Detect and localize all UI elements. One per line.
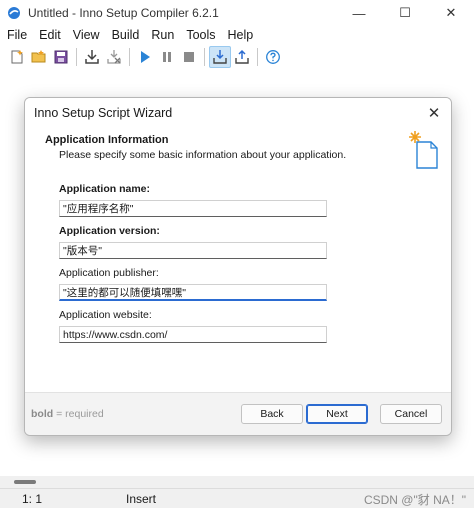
maximize-button[interactable]: ☐	[382, 0, 428, 26]
wizard-document-icon	[409, 131, 438, 169]
status-bar: 1: 1 Insert CSDN @"豺 NA！"	[0, 488, 474, 508]
menu-help[interactable]: Help	[222, 28, 260, 42]
run-button[interactable]	[134, 46, 156, 68]
inno-setup-app-icon	[8, 7, 20, 19]
compile-icon	[85, 50, 99, 64]
dialog-titlebar: Inno Setup Script Wizard ✕	[25, 98, 451, 128]
app-name-input[interactable]	[59, 200, 327, 217]
stop-icon	[184, 52, 194, 62]
toolbar-separator	[257, 48, 258, 66]
help-button[interactable]	[262, 46, 284, 68]
menu-view[interactable]: View	[67, 28, 106, 42]
script-wizard-dialog: Inno Setup Script Wizard ✕ Application I…	[24, 97, 452, 436]
horizontal-scrollbar[interactable]	[0, 476, 474, 488]
page-subtitle: Please specify some basic information ab…	[59, 149, 347, 161]
menu-build[interactable]: Build	[106, 28, 146, 42]
run-icon	[141, 51, 150, 63]
menu-file[interactable]: File	[0, 28, 33, 42]
required-legend-bold: bold	[31, 408, 54, 420]
toolbar-separator	[76, 48, 77, 66]
cursor-position: 1: 1	[22, 491, 43, 506]
new-file-button[interactable]	[6, 46, 28, 68]
page-title: Application Information	[45, 134, 169, 146]
required-legend: bold = required	[31, 408, 104, 420]
menu-edit[interactable]: Edit	[33, 28, 67, 42]
app-version-label: Application version:	[59, 225, 160, 237]
scrollbar-thumb[interactable]	[14, 480, 36, 484]
cancel-button[interactable]: Cancel	[380, 404, 442, 424]
app-version-input[interactable]	[59, 242, 327, 259]
menu-bar: File Edit View Build Run Tools Help	[0, 26, 474, 44]
toolbar	[0, 45, 474, 69]
target-setup-icon	[213, 50, 227, 64]
close-window-button[interactable]: ✕	[428, 0, 474, 26]
target-setup-button[interactable]	[209, 46, 231, 68]
save-button[interactable]	[50, 46, 72, 68]
dialog-close-button[interactable]: ✕	[423, 102, 445, 124]
target-uninstall-icon	[235, 49, 249, 64]
app-publisher-label: Application publisher:	[59, 267, 159, 279]
app-website-label: Application website:	[59, 309, 152, 321]
wizard-page-header: Application Information Please specify s…	[25, 128, 451, 170]
menu-tools[interactable]: Tools	[180, 28, 221, 42]
next-button[interactable]: Next	[306, 404, 368, 424]
open-button[interactable]	[28, 46, 50, 68]
app-website-input[interactable]	[59, 326, 327, 343]
required-legend-text: = required	[53, 408, 104, 420]
window-title: Untitled - Inno Setup Compiler 6.2.1	[28, 6, 219, 20]
pause-icon	[163, 52, 171, 62]
app-publisher-input[interactable]	[59, 284, 327, 301]
back-button[interactable]: Back	[241, 404, 303, 424]
app-name-label: Application name:	[59, 183, 151, 195]
stop-compile-icon	[107, 50, 121, 64]
compile-button[interactable]	[81, 46, 103, 68]
form-body: Application name: Application version: A…	[25, 170, 451, 392]
dialog-footer: bold = required Back Next Cancel	[25, 392, 451, 435]
open-folder-icon	[31, 50, 46, 63]
pause-button[interactable]	[156, 46, 178, 68]
menu-run[interactable]: Run	[145, 28, 180, 42]
watermark-text: CSDN @"豺 NA！"	[363, 493, 466, 507]
stop-button[interactable]	[178, 46, 200, 68]
save-icon	[54, 50, 68, 64]
stop-compile-button[interactable]	[103, 46, 125, 68]
minimize-button[interactable]: —	[336, 0, 382, 26]
window-titlebar: Untitled - Inno Setup Compiler 6.2.1 — ☐…	[0, 0, 474, 26]
toolbar-separator	[129, 48, 130, 66]
target-uninstall-button[interactable]	[231, 46, 253, 68]
insert-mode-indicator: Insert	[126, 491, 157, 506]
help-icon	[266, 50, 280, 64]
toolbar-separator	[204, 48, 205, 66]
dialog-title: Inno Setup Script Wizard	[34, 106, 173, 120]
new-file-icon	[11, 50, 23, 64]
